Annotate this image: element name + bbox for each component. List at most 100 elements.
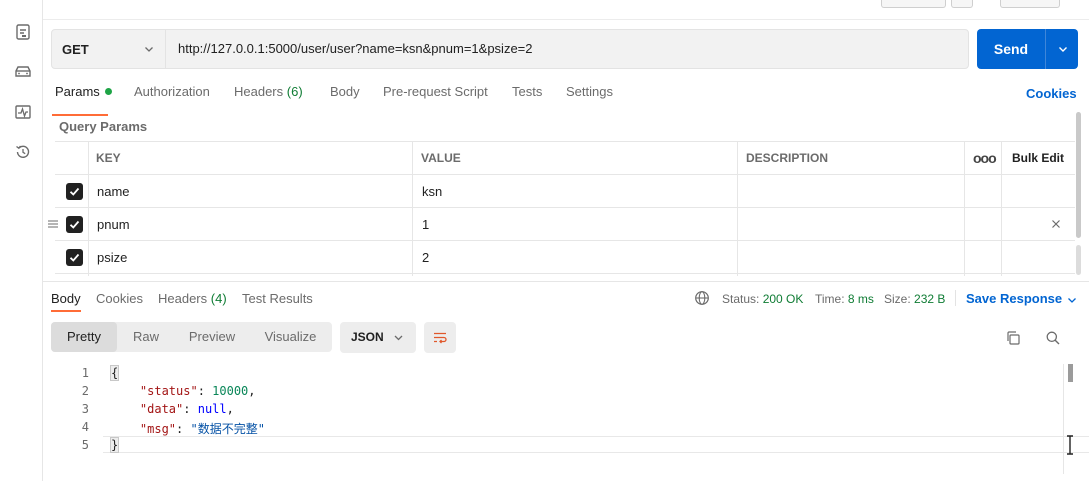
- param-description[interactable]: [738, 175, 746, 208]
- value-column-header: VALUE: [421, 151, 461, 165]
- view-preview[interactable]: Preview: [175, 322, 249, 352]
- tab-headers[interactable]: Headers (6): [234, 84, 303, 99]
- response-headers-label: Headers: [158, 291, 208, 306]
- param-value[interactable]: 1: [414, 208, 429, 241]
- method-select[interactable]: GET: [52, 30, 166, 68]
- line-number: 5: [81, 438, 89, 452]
- params-scrollbar-track[interactable]: [1076, 245, 1081, 275]
- code-line: "status": 10000,: [139, 384, 256, 398]
- response-tab-headers[interactable]: Headers (4): [158, 291, 227, 306]
- cropped-control[interactable]: [951, 0, 973, 8]
- format-select[interactable]: JSON: [340, 322, 416, 353]
- headers-count: (6): [286, 84, 303, 99]
- format-label: JSON: [351, 330, 384, 344]
- table-row: pnum 1: [48, 208, 1075, 241]
- top-tab-strip: [43, 0, 1089, 20]
- response-tab-test-results[interactable]: Test Results: [242, 291, 313, 306]
- active-tab-indicator: [52, 114, 108, 116]
- wrap-lines-button[interactable]: [424, 322, 456, 353]
- tab-tests[interactable]: Tests: [512, 84, 542, 99]
- param-checkbox[interactable]: [66, 249, 83, 266]
- param-key[interactable]: name: [89, 175, 130, 208]
- text-cursor-icon: [1067, 435, 1073, 455]
- json-key: "status": [139, 384, 198, 398]
- tab-prerequest-script[interactable]: Pre-request Script: [383, 84, 488, 99]
- open-brace: {: [109, 365, 120, 381]
- key-column-header: KEY: [96, 151, 121, 165]
- chevron-down-icon: [1068, 297, 1077, 303]
- tab-authorization[interactable]: Authorization: [134, 84, 210, 99]
- status-value[interactable]: 200 OK: [763, 292, 804, 306]
- response-divider[interactable]: [43, 281, 1089, 282]
- param-checkbox[interactable]: [66, 183, 83, 200]
- table-row: name ksn: [55, 175, 1075, 208]
- code-line: {: [109, 365, 120, 381]
- params-active-dot: [104, 88, 112, 95]
- param-description[interactable]: [738, 241, 746, 274]
- params-scrollbar[interactable]: [1076, 112, 1081, 238]
- size-label: Size:: [884, 292, 911, 306]
- close-brace: }: [109, 437, 120, 453]
- json-number: 10000: [212, 384, 249, 398]
- cropped-control[interactable]: [881, 0, 946, 8]
- param-key[interactable]: pnum: [89, 208, 130, 241]
- cropped-control[interactable]: [1000, 0, 1060, 8]
- tab-params[interactable]: Params: [55, 84, 112, 99]
- response-tab-body[interactable]: Body: [51, 291, 81, 306]
- size-readout: Size: 232 B: [884, 292, 945, 306]
- drag-handle-icon[interactable]: [47, 218, 59, 230]
- view-pretty[interactable]: Pretty: [51, 322, 117, 352]
- status-label: Status:: [722, 292, 760, 306]
- line-number: 3: [81, 402, 89, 416]
- response-view-selector: Pretty Raw Preview Visualize: [51, 322, 332, 352]
- response-tab-cookies[interactable]: Cookies: [96, 291, 143, 306]
- editor-scrollbar-thumb[interactable]: [1068, 364, 1073, 382]
- size-value[interactable]: 232 B: [914, 292, 945, 306]
- status-readout: Status: 200 OK: [722, 292, 803, 306]
- code-line: }: [109, 437, 120, 453]
- new-request-icon[interactable]: [14, 23, 32, 41]
- time-label: Time:: [815, 292, 845, 306]
- param-value[interactable]: ksn: [414, 175, 442, 208]
- param-value[interactable]: 2: [414, 241, 429, 274]
- bulk-edit-button[interactable]: Bulk Edit: [1004, 142, 1064, 175]
- send-label: Send: [993, 41, 1029, 57]
- url-input[interactable]: http://127.0.0.1:5000/user/user?name=ksn…: [178, 30, 533, 68]
- chevron-down-icon[interactable]: [1057, 43, 1069, 55]
- environment-icon[interactable]: [14, 63, 32, 81]
- tab-headers-label: Headers: [234, 84, 284, 99]
- view-raw[interactable]: Raw: [117, 322, 175, 352]
- editor-scrollbar-track[interactable]: [1063, 364, 1064, 474]
- code-line: "data": null,: [139, 402, 234, 416]
- save-response-label: Save Response: [966, 291, 1063, 306]
- more-options-icon[interactable]: ooo: [965, 142, 997, 175]
- copy-icon[interactable]: [1005, 330, 1021, 346]
- time-value[interactable]: 8 ms: [848, 292, 874, 306]
- table-row: psize 2: [55, 241, 1075, 274]
- save-response-button[interactable]: Save Response: [966, 291, 1077, 306]
- tab-body[interactable]: Body: [330, 84, 360, 99]
- tab-params-label: Params: [55, 84, 100, 99]
- send-button[interactable]: Send: [977, 29, 1078, 69]
- view-visualize[interactable]: Visualize: [249, 322, 332, 352]
- code-line: "msg": "数据不完整": [139, 422, 265, 436]
- search-icon[interactable]: [1045, 330, 1061, 346]
- query-params-table: KEY VALUE DESCRIPTION ooo Bulk Edit name…: [48, 141, 1075, 276]
- monitor-icon[interactable]: [14, 103, 32, 121]
- globe-icon[interactable]: [694, 290, 710, 306]
- cookies-link[interactable]: Cookies: [1026, 86, 1077, 101]
- history-icon[interactable]: [14, 143, 32, 161]
- description-column-header: DESCRIPTION: [746, 151, 829, 165]
- table-header-row: KEY VALUE DESCRIPTION ooo Bulk Edit: [55, 142, 1075, 175]
- chevron-down-icon: [145, 47, 153, 52]
- param-key[interactable]: psize: [89, 241, 127, 274]
- json-null: null: [197, 402, 227, 416]
- method-label: GET: [62, 41, 89, 57]
- response-body-editor[interactable]: 1 2 3 4 5 { "status": 10000, "data": nul…: [43, 364, 1089, 474]
- close-icon[interactable]: [1050, 218, 1062, 230]
- json-key: "data": [139, 402, 184, 416]
- wrap-lines-icon: [434, 332, 447, 344]
- tab-settings[interactable]: Settings: [566, 84, 613, 99]
- param-description[interactable]: [738, 208, 746, 241]
- param-checkbox[interactable]: [66, 216, 83, 233]
